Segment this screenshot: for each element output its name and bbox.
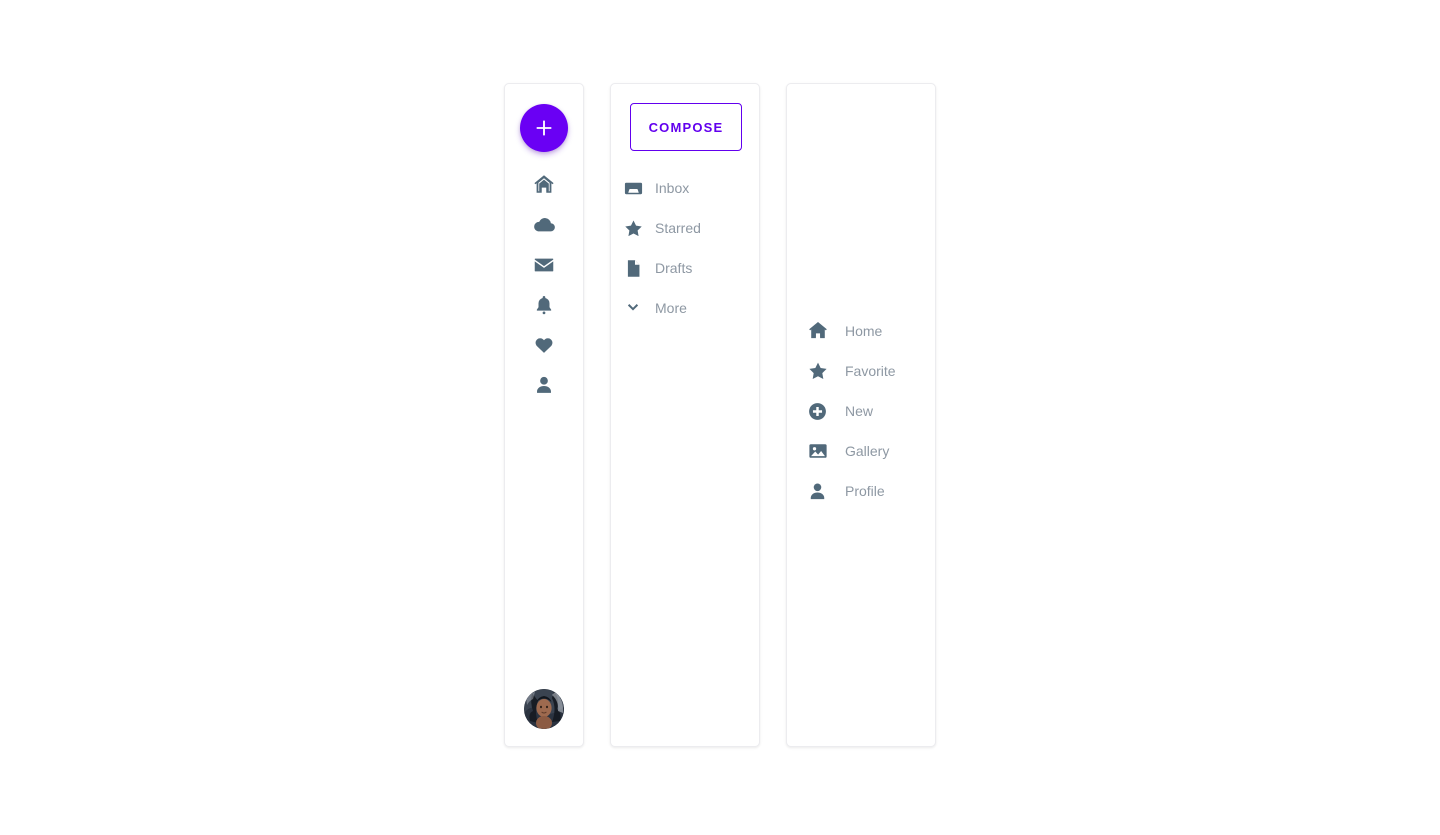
plus-icon	[536, 120, 552, 136]
menu-item-favorite[interactable]: Favorite	[807, 351, 935, 391]
home-icon	[534, 175, 554, 193]
bell-icon	[536, 296, 552, 315]
menu-item-new[interactable]: New	[807, 391, 935, 431]
home-icon	[807, 320, 845, 342]
rail-item-favorites[interactable]	[524, 325, 564, 365]
rail-item-mail[interactable]	[524, 245, 564, 285]
cloud-icon	[534, 218, 555, 232]
mail-item-label: Inbox	[655, 180, 690, 196]
menu-item-label: Profile	[845, 483, 885, 499]
rail-item-home[interactable]	[524, 165, 564, 205]
rail-item-cloud[interactable]	[524, 205, 564, 245]
menu-item-label: Home	[845, 323, 883, 339]
person-icon	[537, 376, 551, 393]
star-icon	[807, 360, 845, 382]
chevron-down-icon	[611, 299, 655, 317]
menu-list: Home Favorite New Gallery Profile	[787, 311, 935, 511]
plus-circle-icon	[807, 401, 845, 422]
inbox-icon	[611, 178, 655, 199]
envelope-icon	[534, 258, 554, 272]
image-icon	[807, 440, 845, 462]
centered-menu-panel: Home Favorite New Gallery Profile	[786, 83, 936, 747]
rail-item-account[interactable]	[524, 365, 564, 405]
menu-item-label: Gallery	[845, 443, 890, 459]
create-fab[interactable]	[520, 104, 568, 152]
menu-item-label: New	[845, 403, 874, 419]
app-root: COMPOSE Inbox Starred Drafts More Home F…	[0, 0, 1440, 835]
mail-item-label: More	[655, 300, 687, 316]
star-icon	[611, 218, 655, 239]
mail-item-starred[interactable]: Starred	[611, 208, 759, 248]
compose-button[interactable]: COMPOSE	[630, 103, 742, 151]
rail-item-notifications[interactable]	[524, 285, 564, 325]
menu-item-label: Favorite	[845, 363, 896, 379]
mail-item-more[interactable]: More	[611, 288, 759, 328]
avatar[interactable]	[524, 689, 564, 729]
mail-item-label: Drafts	[655, 260, 693, 276]
menu-item-home[interactable]: Home	[807, 311, 935, 351]
mail-folder-list: Inbox Starred Drafts More	[611, 168, 759, 328]
heart-icon	[535, 338, 553, 353]
person-icon	[807, 481, 845, 502]
user-avatar	[524, 689, 564, 729]
icon-rail-panel	[504, 83, 584, 747]
document-icon	[611, 258, 655, 279]
menu-item-gallery[interactable]: Gallery	[807, 431, 935, 471]
mail-item-label: Starred	[655, 220, 701, 236]
mail-item-drafts[interactable]: Drafts	[611, 248, 759, 288]
mail-nav-panel: COMPOSE Inbox Starred Drafts More	[610, 83, 760, 747]
mail-item-inbox[interactable]: Inbox	[611, 168, 759, 208]
menu-item-profile[interactable]: Profile	[807, 471, 935, 511]
rail-icon-list	[524, 165, 564, 405]
